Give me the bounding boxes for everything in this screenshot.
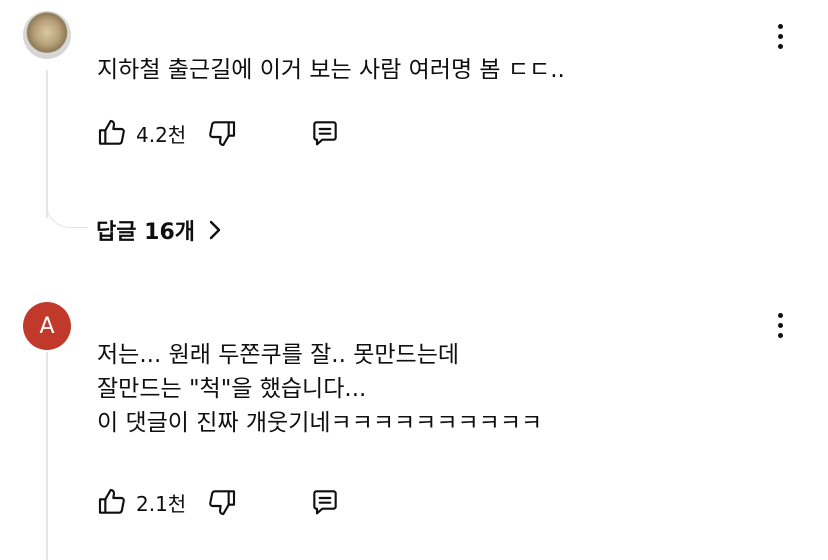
thumb-down-icon bbox=[209, 121, 236, 147]
more-vert-icon bbox=[777, 312, 783, 318]
like-count: 4.2천 bbox=[136, 122, 187, 147]
like-button[interactable] bbox=[96, 117, 128, 149]
reply-button[interactable] bbox=[308, 486, 342, 518]
dislike-button[interactable] bbox=[206, 486, 238, 518]
more-options-button[interactable] bbox=[768, 18, 792, 54]
more-vert-icon-dot bbox=[777, 332, 783, 338]
more-vert-icon-dot bbox=[777, 33, 783, 39]
avatar[interactable]: A bbox=[23, 302, 71, 350]
replies-label: 답글 16개 bbox=[96, 220, 195, 245]
reply-button[interactable] bbox=[308, 117, 342, 149]
avatar[interactable] bbox=[23, 11, 71, 59]
comment-text: 지하철 출근길에 이거 보는 사람 여러명 봄 ㄷㄷ.. bbox=[97, 53, 565, 87]
thumb-down-icon bbox=[209, 490, 236, 516]
comment-actions: 4.2천 bbox=[96, 116, 342, 150]
comments-section: 지하철 출근길에 이거 보는 사람 여러명 봄 ㄷㄷ.. 4.2천 답글 16개… bbox=[0, 0, 828, 560]
thumb-up-icon bbox=[98, 488, 125, 514]
view-replies-link[interactable]: 답글 16개 bbox=[96, 212, 223, 248]
thread-connector bbox=[46, 196, 88, 228]
more-vert-icon bbox=[777, 23, 783, 29]
comment-line: 지하철 출근길에 이거 보는 사람 여러명 봄 ㄷㄷ.. bbox=[97, 57, 565, 83]
more-vert-icon-dot bbox=[777, 322, 783, 328]
comment-line: 저는... 원래 두쫀쿠를 잘.. 못만드는데 bbox=[97, 342, 460, 368]
like-count: 2.1천 bbox=[136, 491, 187, 516]
comment-actions: 2.1천 bbox=[96, 485, 342, 519]
thread-line bbox=[46, 352, 48, 560]
reply-comment-icon bbox=[313, 121, 337, 146]
like-button[interactable] bbox=[96, 486, 128, 518]
chevron-right-icon bbox=[207, 219, 223, 241]
more-vert-icon-dot bbox=[777, 43, 783, 49]
comment-line: 이 댓글이 진짜 개웃기네ㅋㅋㅋㅋㅋㅋㅋㅋㅋㅋ bbox=[97, 410, 543, 436]
thumb-up-icon bbox=[98, 119, 125, 145]
avatar-letter: A bbox=[39, 313, 55, 339]
comment-text: 저는... 원래 두쫀쿠를 잘.. 못만드는데 잘만드는 "척"을 했습니다..… bbox=[97, 338, 542, 440]
more-options-button[interactable] bbox=[768, 307, 792, 343]
reply-comment-icon bbox=[313, 490, 337, 515]
dislike-button[interactable] bbox=[206, 117, 238, 149]
comment-line: 잘만드는 "척"을 했습니다... bbox=[97, 376, 367, 402]
